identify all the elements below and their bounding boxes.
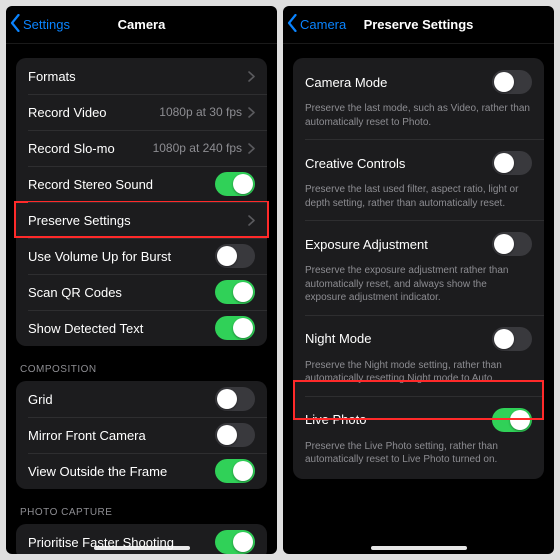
toggle-volume-burst[interactable] — [215, 244, 255, 268]
row-mirror-front[interactable]: Mirror Front Camera — [16, 417, 267, 453]
home-indicator[interactable] — [94, 546, 190, 550]
settings-group-composition: Grid Mirror Front Camera View Outside th… — [16, 381, 267, 489]
toggle-scan-qr[interactable] — [215, 280, 255, 304]
row-label: Creative Controls — [305, 156, 492, 171]
toggle-creative-controls[interactable] — [492, 151, 532, 175]
row-detected-text[interactable]: Show Detected Text — [16, 310, 267, 346]
back-label: Settings — [23, 17, 70, 32]
back-button[interactable]: Camera — [287, 6, 346, 43]
chevron-left-icon — [287, 14, 300, 35]
row-night-mode[interactable]: Night Mode Preserve the Night mode setti… — [293, 315, 544, 396]
row-preserve-settings[interactable]: Preserve Settings — [16, 202, 267, 238]
row-label: Formats — [28, 69, 248, 84]
row-value: 1080p at 240 fps — [153, 141, 242, 155]
chevron-right-icon — [248, 71, 255, 82]
row-label: Record Stereo Sound — [28, 177, 215, 192]
toggle-detected-text[interactable] — [215, 316, 255, 340]
toggle-camera-mode[interactable] — [492, 70, 532, 94]
preserve-settings-pane: Camera Preserve Settings Camera Mode Pre… — [283, 6, 554, 554]
chevron-right-icon — [248, 143, 255, 154]
chevron-right-icon — [248, 215, 255, 226]
row-label: Show Detected Text — [28, 321, 215, 336]
row-label: Preserve Settings — [28, 213, 248, 228]
row-label: Grid — [28, 392, 215, 407]
toggle-night-mode[interactable] — [492, 327, 532, 351]
row-label: Use Volume Up for Burst — [28, 249, 215, 264]
row-creative-controls[interactable]: Creative Controls Preserve the last used… — [293, 139, 544, 220]
row-description: Preserve the exposure adjustment rather … — [305, 258, 532, 305]
toggle-exposure-adjustment[interactable] — [492, 232, 532, 256]
row-label: Live Photo — [305, 412, 492, 427]
chevron-right-icon — [248, 107, 255, 118]
row-value: 1080p at 30 fps — [159, 105, 242, 119]
navbar: Camera Preserve Settings — [283, 6, 554, 44]
row-camera-mode[interactable]: Camera Mode Preserve the last mode, such… — [293, 58, 544, 139]
row-label: Scan QR Codes — [28, 285, 215, 300]
row-description: Preserve the Live Photo setting, rather … — [305, 434, 532, 467]
back-label: Camera — [300, 17, 346, 32]
row-live-photo[interactable]: Live Photo Preserve the Live Photo setti… — [293, 396, 544, 477]
row-label: Camera Mode — [305, 75, 492, 90]
group-header-photo-capture: PHOTO CAPTURE — [6, 489, 277, 524]
toggle-mirror-front[interactable] — [215, 423, 255, 447]
navbar: Settings Camera — [6, 6, 277, 44]
preserve-settings-group: Camera Mode Preserve the last mode, such… — [293, 58, 544, 479]
settings-scroll[interactable]: Formats Record Video 1080p at 30 fps Rec… — [6, 44, 277, 554]
home-indicator[interactable] — [371, 546, 467, 550]
toggle-live-photo[interactable] — [492, 408, 532, 432]
row-record-slomo[interactable]: Record Slo-mo 1080p at 240 fps — [16, 130, 267, 166]
row-outside-frame[interactable]: View Outside the Frame — [16, 453, 267, 489]
row-description: Preserve the last used filter, aspect ra… — [305, 177, 532, 210]
toggle-stereo-sound[interactable] — [215, 172, 255, 196]
chevron-left-icon — [10, 14, 23, 35]
row-formats[interactable]: Formats — [16, 58, 267, 94]
toggle-prioritise-shooting[interactable] — [215, 530, 255, 554]
row-grid[interactable]: Grid — [16, 381, 267, 417]
toggle-grid[interactable] — [215, 387, 255, 411]
row-stereo-sound[interactable]: Record Stereo Sound — [16, 166, 267, 202]
page-title: Preserve Settings — [364, 17, 474, 32]
row-volume-burst[interactable]: Use Volume Up for Burst — [16, 238, 267, 274]
row-label: Exposure Adjustment — [305, 237, 492, 252]
row-label: Night Mode — [305, 331, 492, 346]
settings-group-main: Formats Record Video 1080p at 30 fps Rec… — [16, 58, 267, 346]
preserve-scroll[interactable]: Camera Mode Preserve the last mode, such… — [283, 44, 554, 554]
row-label: Record Video — [28, 105, 159, 120]
camera-settings-pane: Settings Camera Formats Record Video 108… — [6, 6, 277, 554]
row-description: Preserve the Night mode setting, rather … — [305, 353, 532, 386]
row-label: View Outside the Frame — [28, 464, 215, 479]
row-description: Preserve the last mode, such as Video, r… — [305, 96, 532, 129]
back-button[interactable]: Settings — [10, 6, 70, 43]
page-title: Camera — [118, 17, 166, 32]
group-header-composition: COMPOSITION — [6, 346, 277, 381]
row-label: Mirror Front Camera — [28, 428, 215, 443]
row-record-video[interactable]: Record Video 1080p at 30 fps — [16, 94, 267, 130]
toggle-outside-frame[interactable] — [215, 459, 255, 483]
row-label: Record Slo-mo — [28, 141, 153, 156]
row-exposure-adjustment[interactable]: Exposure Adjustment Preserve the exposur… — [293, 220, 544, 315]
row-scan-qr[interactable]: Scan QR Codes — [16, 274, 267, 310]
